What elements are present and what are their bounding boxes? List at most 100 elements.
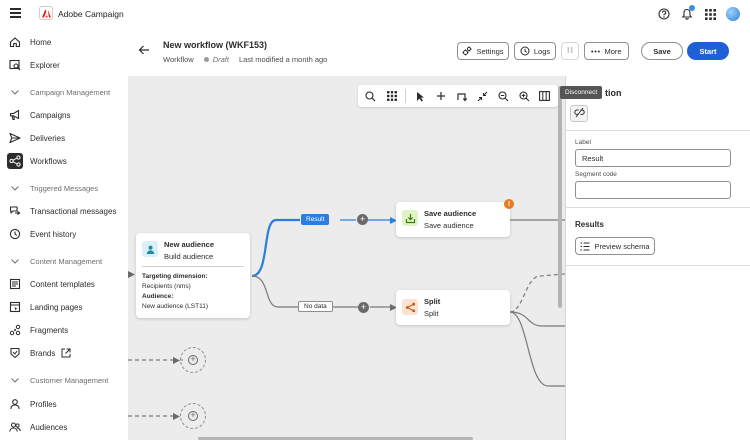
- label-input[interactable]: Result: [575, 149, 731, 167]
- megaphone-icon: [9, 109, 21, 121]
- disconnect-button[interactable]: [570, 105, 588, 122]
- label-field-label: Label: [575, 139, 591, 146]
- app-brand-name: Adobe Campaign: [58, 9, 124, 19]
- sidebar-item-brands[interactable]: Brands: [9, 346, 124, 360]
- sidebar-item-label: Explorer: [30, 60, 60, 70]
- list-icon: [580, 241, 590, 251]
- sidebar-section-customer-management[interactable]: Customer Management: [9, 374, 108, 386]
- vertical-scrollbar[interactable]: [558, 86, 562, 308]
- sidebar-item-content-templates[interactable]: Content templates: [9, 277, 124, 291]
- results-heading: Results: [575, 220, 604, 229]
- more-button[interactable]: More: [584, 42, 629, 60]
- sidebar-section-content-management[interactable]: Content Management: [9, 255, 102, 267]
- history-icon: [9, 228, 21, 240]
- sidebar-section-triggered-messages[interactable]: Triggered Messages: [9, 182, 98, 194]
- add-activity-button[interactable]: +: [358, 302, 369, 313]
- workflow-canvas[interactable]: Result + No data + New audience Build au…: [128, 76, 565, 440]
- sidebar-item-home[interactable]: Home: [9, 35, 124, 49]
- template-icon: [9, 278, 21, 290]
- pointer-icon[interactable]: [414, 90, 426, 102]
- back-arrow-icon[interactable]: [138, 44, 150, 56]
- split-icon: [402, 299, 418, 315]
- sidebar-item-campaigns[interactable]: Campaigns: [9, 108, 124, 122]
- sidebar-item-deliveries[interactable]: Deliveries: [9, 131, 124, 145]
- toolbar-divider: [405, 89, 406, 103]
- disconnect-tooltip: Disconnect: [560, 86, 603, 99]
- pause-button[interactable]: [561, 42, 579, 60]
- grid-icon[interactable]: [386, 90, 398, 102]
- sidebar-item-label: Profiles: [30, 399, 57, 409]
- edge-arrow-icon: [128, 271, 135, 278]
- breadcrumb: Workflow: [163, 55, 194, 64]
- chevron-down-icon: [9, 377, 21, 383]
- sidebar-item-explorer[interactable]: Explorer: [9, 58, 124, 72]
- notification-bell-icon[interactable]: [681, 5, 695, 20]
- sidebar-item-label: Brands: [30, 348, 56, 358]
- logs-button[interactable]: Logs: [514, 42, 556, 60]
- warning-icon[interactable]: !: [504, 199, 514, 209]
- unlink-icon: [573, 107, 585, 120]
- edge-label-no-data[interactable]: No data: [298, 301, 333, 312]
- zoom-in-icon[interactable]: [518, 90, 530, 102]
- save-button[interactable]: Save: [641, 42, 683, 60]
- status-dot: [203, 57, 209, 62]
- canvas-toolbar: [358, 85, 558, 107]
- apps-grid-icon[interactable]: [704, 8, 716, 20]
- sidebar-item-label: Audiences: [30, 422, 68, 432]
- last-modified: Last modified a month ago: [238, 55, 328, 64]
- sidebar-item-label: Landing pages: [30, 302, 83, 312]
- edge-arrow-icon: [173, 413, 180, 420]
- explorer-icon: [9, 59, 21, 71]
- status-badge: Draft: [212, 55, 229, 64]
- connect-icon[interactable]: [455, 90, 467, 102]
- minimap-icon[interactable]: [538, 90, 550, 102]
- more-icon: [591, 50, 601, 53]
- divider: [566, 130, 750, 131]
- sidebar-item-transactional-messages[interactable]: Transactional messages: [9, 204, 124, 218]
- start-button[interactable]: Start: [687, 42, 729, 60]
- zoom-out-icon[interactable]: [497, 90, 509, 102]
- segment-code-input[interactable]: [575, 181, 731, 199]
- home-icon: [9, 36, 21, 48]
- help-icon[interactable]: [658, 8, 670, 20]
- sidebar-item-label: Workflows: [30, 156, 67, 166]
- collapse-icon[interactable]: [476, 90, 488, 102]
- sidebar-section-label: Triggered Messages: [30, 183, 99, 193]
- add-activity-button[interactable]: +: [357, 214, 368, 225]
- add-activity-placeholder[interactable]: +: [180, 403, 206, 429]
- user-avatar[interactable]: [726, 7, 740, 21]
- sidebar-item-landing-pages[interactable]: Landing pages: [9, 300, 124, 314]
- divider: [566, 207, 750, 208]
- brands-icon: [9, 347, 21, 359]
- transactional-icon: [9, 205, 21, 217]
- adobe-logo: [39, 6, 53, 20]
- edge-label-result[interactable]: Result: [301, 214, 330, 225]
- sidebar-item-label: Fragments: [30, 325, 69, 335]
- chevron-down-icon: [9, 89, 21, 95]
- search-icon[interactable]: [364, 90, 376, 102]
- add-icon[interactable]: [435, 90, 447, 102]
- chevron-down-icon: [9, 185, 21, 191]
- sidebar-item-fragments[interactable]: Fragments: [9, 323, 124, 337]
- menu-icon[interactable]: [10, 8, 21, 18]
- preview-schema-button[interactable]: Preview schema: [575, 237, 655, 255]
- activity-split[interactable]: Split Split: [396, 290, 510, 325]
- sidebar-item-label: Deliveries: [30, 133, 66, 143]
- sidebar-item-workflows[interactable]: Workflows: [7, 153, 124, 169]
- sidebar-item-label: Content templates: [30, 279, 95, 289]
- sidebar-item-event-history[interactable]: Event history: [9, 227, 124, 241]
- activity-new-audience[interactable]: New audience Build audience Targeting di…: [136, 233, 250, 318]
- sidebar-item-profiles[interactable]: Profiles: [9, 397, 124, 411]
- sidebar-section-campaign-management[interactable]: Campaign Management: [9, 86, 110, 98]
- profile-icon: [9, 398, 21, 410]
- settings-icon: [462, 46, 472, 56]
- sidebar-item-label: Home: [30, 37, 52, 47]
- chevron-down-icon: [9, 258, 21, 264]
- sidebar-item-audiences[interactable]: Audiences: [9, 420, 124, 434]
- settings-button[interactable]: Settings: [457, 42, 509, 60]
- add-activity-placeholder[interactable]: +: [180, 347, 206, 373]
- save-audience-icon: [402, 210, 418, 226]
- activity-save-audience[interactable]: Save audience Save audience !: [396, 199, 514, 237]
- fragments-icon: [9, 324, 21, 336]
- panel-title: tion: [605, 88, 622, 98]
